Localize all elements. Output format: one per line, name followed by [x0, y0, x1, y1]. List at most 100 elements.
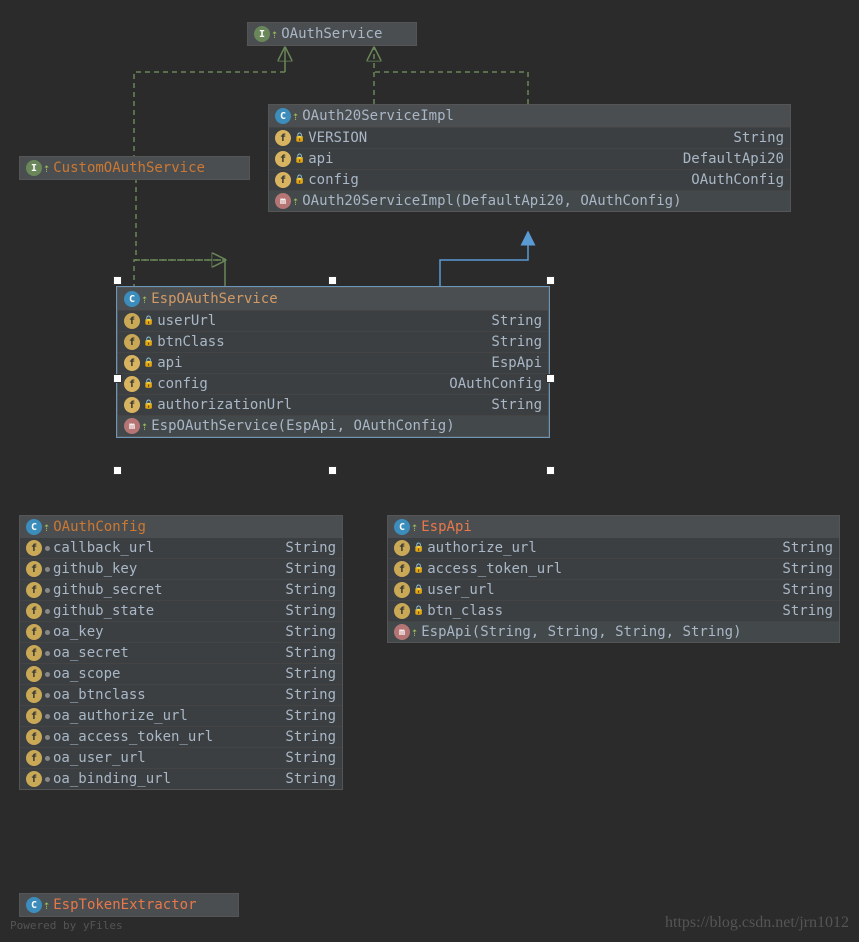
method-icon: m	[124, 418, 140, 434]
field-name: oa_user_url	[53, 750, 146, 766]
class-name-label: OAuthConfig	[53, 519, 146, 535]
class-icon: C	[124, 291, 140, 307]
selection-handle[interactable]	[113, 374, 122, 383]
field-name: btn_class	[427, 603, 503, 619]
field-icon: f	[275, 130, 291, 146]
modifier-icon: ⇡	[411, 520, 418, 534]
modifier-icon	[45, 651, 50, 656]
field-row: f🔒btn_classString	[388, 600, 839, 621]
class-name-label: EspTokenExtractor	[53, 897, 196, 913]
field-type: String	[285, 540, 336, 556]
field-name: user_url	[427, 582, 494, 598]
field-icon: f	[26, 687, 42, 703]
constructor-signature: OAuth20ServiceImpl(DefaultApi20, OAuthCo…	[302, 193, 681, 209]
class-header: I ⇡ CustomOAuthService	[20, 157, 249, 179]
field-name: config	[157, 376, 208, 392]
field-row: f 🔒 authorizationUrl String	[118, 394, 548, 415]
selection-handle[interactable]	[113, 466, 122, 475]
field-row: f oa_binding_url String	[20, 768, 342, 789]
selection-handle[interactable]	[546, 276, 555, 285]
field-type: String	[491, 397, 542, 413]
field-row: fgithub_secretString	[20, 579, 342, 600]
field-icon: f	[26, 666, 42, 682]
field-row: f🔒access_token_urlString	[388, 558, 839, 579]
constructor-signature: EspApi(String, String, String, String)	[421, 624, 741, 640]
field-icon: f	[26, 750, 42, 766]
field-icon: f	[26, 561, 42, 577]
lock-icon: 🔒	[294, 175, 305, 185]
class-name-label: EspOAuthService	[151, 291, 277, 307]
field-row: foa_access_token_urlString	[20, 726, 342, 747]
field-row: foa_user_urlString	[20, 747, 342, 768]
constructor-signature: EspOAuthService(EspApi, OAuthConfig)	[151, 418, 454, 434]
selection-handle[interactable]	[328, 276, 337, 285]
field-name: oa_secret	[53, 645, 129, 661]
field-name: config	[308, 172, 359, 188]
interface-custom-oauth-service[interactable]: I ⇡ CustomOAuthService	[19, 156, 250, 180]
modifier-icon	[45, 693, 50, 698]
class-oauth20-service-impl[interactable]: C ⇡ OAuth20ServiceImpl f 🔒 VERSION Strin…	[268, 104, 791, 212]
class-esp-token-extractor[interactable]: C ⇡ EspTokenExtractor	[19, 893, 239, 917]
selection-handle[interactable]	[328, 466, 337, 475]
field-row: foa_scopeString	[20, 663, 342, 684]
field-type: DefaultApi20	[683, 151, 784, 167]
class-esp-api[interactable]: C ⇡ EspApi f🔒authorize_urlStringf🔒access…	[387, 515, 840, 643]
field-type: String	[285, 771, 336, 787]
field-icon: f	[275, 172, 291, 188]
class-name-label: CustomOAuthService	[53, 160, 205, 176]
class-icon: C	[26, 897, 42, 913]
field-name: oa_binding_url	[53, 771, 171, 787]
field-name: callback_url	[53, 540, 154, 556]
method-icon: m	[394, 624, 410, 640]
field-row: foa_secretString	[20, 642, 342, 663]
watermark: https://blog.csdn.net/jrn1012	[665, 914, 849, 932]
lock-icon: 🔒	[143, 379, 154, 389]
field-row: f 🔒 api DefaultApi20	[269, 148, 790, 169]
field-icon: f	[26, 540, 42, 556]
field-name: github_state	[53, 603, 154, 619]
field-type: String	[733, 130, 784, 146]
field-icon: f	[26, 771, 42, 787]
class-oauth-config[interactable]: C ⇡ OAuthConfig fcallback_urlStringfgith…	[19, 515, 343, 790]
field-name: oa_btnclass	[53, 687, 146, 703]
selection-handle[interactable]	[546, 466, 555, 475]
field-row: f🔒user_urlString	[388, 579, 839, 600]
lock-icon: 🔒	[294, 133, 305, 143]
class-esp-oauth-service[interactable]: C ⇡ EspOAuthService f 🔒 userUrl String f…	[117, 287, 549, 437]
field-icon: f	[26, 582, 42, 598]
field-name: access_token_url	[427, 561, 562, 577]
constructor-row: m ⇡ OAuth20ServiceImpl(DefaultApi20, OAu…	[269, 190, 790, 211]
lock-icon: 🔒	[413, 543, 424, 553]
modifier-icon	[45, 609, 50, 614]
modifier-icon	[45, 714, 50, 719]
class-header: C ⇡ EspTokenExtractor	[20, 894, 238, 916]
field-icon: f	[394, 561, 410, 577]
modifier-icon: ⇡	[141, 419, 148, 433]
field-type: OAuthConfig	[691, 172, 784, 188]
field-icon: f	[26, 708, 42, 724]
field-name: github_secret	[53, 582, 163, 598]
selection-handle[interactable]	[113, 276, 122, 285]
interface-oauth-service[interactable]: I ⇡ OAuthService	[247, 22, 417, 46]
field-row: f 🔒 config OAuthConfig	[269, 169, 790, 190]
field-row: f oa_btnclass String	[20, 684, 342, 705]
class-icon: C	[275, 108, 291, 124]
class-header: C ⇡ EspOAuthService	[118, 288, 548, 310]
modifier-icon: ⇡	[292, 194, 299, 208]
field-row: foa_authorize_urlString	[20, 705, 342, 726]
lock-icon: 🔒	[413, 564, 424, 574]
field-row: f 🔒 config OAuthConfig	[118, 373, 548, 394]
modifier-icon	[45, 567, 50, 572]
field-row: f 🔒 btnClass String	[118, 331, 548, 352]
modifier-icon	[45, 672, 50, 677]
selection-handle[interactable]	[546, 374, 555, 383]
constructor-row: m ⇡ EspApi(String, String, String, Strin…	[388, 621, 839, 642]
modifier-icon: ⇡	[271, 27, 278, 41]
field-type: String	[285, 687, 336, 703]
field-type: String	[285, 624, 336, 640]
method-icon: m	[275, 193, 291, 209]
field-name: VERSION	[308, 130, 367, 146]
field-row: f 🔒 VERSION String	[269, 127, 790, 148]
modifier-icon	[45, 630, 50, 635]
class-header: C ⇡ OAuth20ServiceImpl	[269, 105, 790, 127]
